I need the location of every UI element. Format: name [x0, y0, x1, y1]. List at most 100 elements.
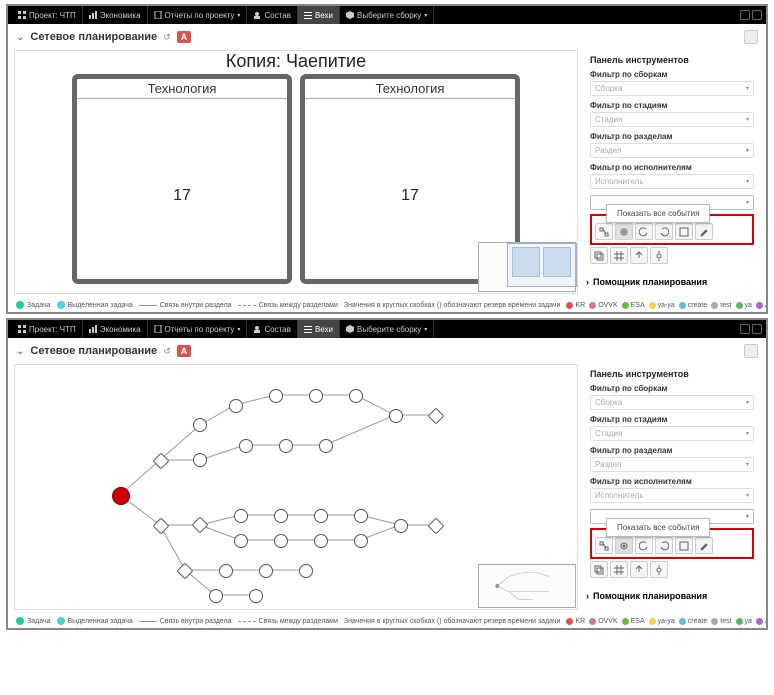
graph-node[interactable]	[193, 418, 207, 432]
tool-export-icon[interactable]	[630, 247, 648, 264]
user-name: AR	[765, 302, 766, 309]
title-bar: ⌄ Сетевое планирование ↺ A	[8, 24, 766, 50]
nav-project[interactable]: Проект: ЧТП	[12, 320, 83, 338]
filter-section-select[interactable]: Раздел▾	[590, 457, 754, 472]
nav-menu-icon[interactable]	[752, 324, 762, 334]
graph-node[interactable]	[279, 439, 293, 453]
nav-project[interactable]: Проект: ЧТП	[12, 6, 83, 24]
graph-node[interactable]	[259, 564, 273, 578]
nav-menu-icon[interactable]	[752, 10, 762, 20]
user-dot-icon	[589, 302, 596, 309]
canvas-area[interactable]: Копия: Чаепитие Технология 17 Технология…	[14, 50, 578, 294]
user-badge: ya	[736, 302, 752, 309]
graph-node[interactable]	[249, 589, 263, 603]
graph-node[interactable]	[354, 509, 368, 523]
collapse-toggle[interactable]: ⌄	[16, 346, 24, 357]
tool-undo-icon[interactable]	[635, 223, 653, 240]
graph-node[interactable]	[354, 534, 368, 548]
filter-executor-select[interactable]: Исполнитель▾	[590, 488, 754, 503]
tool-redo-icon[interactable]	[655, 223, 673, 240]
diagram-node-left[interactable]: Технология 17	[72, 74, 292, 284]
badge-a[interactable]: A	[177, 345, 192, 357]
tool-grid-icon[interactable]	[610, 561, 628, 578]
graph-node[interactable]	[234, 509, 248, 523]
graph-node[interactable]	[219, 564, 233, 578]
tool-redo-icon[interactable]	[655, 537, 673, 554]
nav-milestones[interactable]: Вехи	[298, 320, 340, 338]
nav-reports[interactable]: Отчеты по проекту▾	[148, 320, 248, 338]
minimap[interactable]	[478, 242, 576, 292]
tool-undo-icon[interactable]	[635, 537, 653, 554]
tools-panel: Панель инструментов Фильтр по сборкам Сб…	[584, 364, 760, 583]
graph-node[interactable]	[299, 564, 313, 578]
tool-grid-icon[interactable]	[610, 247, 628, 264]
nav-user-icon[interactable]	[740, 324, 750, 334]
filter-executor-select[interactable]: Исполнитель▾	[590, 174, 754, 189]
graph-node[interactable]	[394, 519, 408, 533]
people-icon	[253, 11, 261, 19]
user-dot-icon	[589, 618, 596, 625]
graph-node[interactable]	[269, 389, 283, 403]
nav-milestones[interactable]: Вехи	[298, 6, 340, 24]
tools-panel: Панель инструментов Фильтр по сборкам Сб…	[584, 50, 760, 269]
title-bar: ⌄ Сетевое планирование ↺ A	[8, 338, 766, 364]
tool-export-icon[interactable]	[630, 561, 648, 578]
canvas-area[interactable]	[14, 364, 578, 610]
nav-economics[interactable]: Экономика	[83, 320, 148, 338]
graph-node[interactable]	[389, 409, 403, 423]
refresh-icon[interactable]: ↺	[163, 32, 171, 43]
extra-button[interactable]	[744, 30, 758, 44]
minimap-viewport[interactable]	[507, 243, 577, 287]
nav-members[interactable]: Состав	[247, 6, 298, 24]
nav-assembly[interactable]: Выберите сборку▾	[340, 320, 434, 338]
tool-fit-icon[interactable]	[675, 537, 693, 554]
graph-node[interactable]	[229, 399, 243, 413]
filter-assembly-select[interactable]: Сборка▾	[590, 81, 754, 96]
badge-a[interactable]: A	[177, 31, 192, 43]
user-dot-icon	[566, 302, 573, 309]
graph-node[interactable]	[193, 453, 207, 467]
filter-stage-select[interactable]: Стадия▾	[590, 112, 754, 127]
graph-node[interactable]	[274, 534, 288, 548]
tool-tree-icon[interactable]	[595, 223, 613, 240]
tool-settings-icon[interactable]	[650, 247, 668, 264]
user-badge: test	[711, 618, 731, 625]
dashed-line-icon	[238, 305, 256, 306]
tool-edit-icon[interactable]	[695, 537, 713, 554]
planning-assistant-accordion[interactable]: › Помощник планирования	[584, 587, 760, 605]
refresh-icon[interactable]: ↺	[163, 346, 171, 357]
tool-fit-icon[interactable]	[675, 223, 693, 240]
planning-assistant-accordion[interactable]: › Помощник планирования	[584, 273, 760, 291]
graph-node[interactable]	[314, 534, 328, 548]
collapse-toggle[interactable]: ⌄	[16, 32, 24, 43]
tool-show-all[interactable]	[615, 223, 633, 240]
tool-edit-icon[interactable]	[695, 223, 713, 240]
user-badge: OVVK	[589, 302, 617, 309]
graph-node[interactable]	[209, 589, 223, 603]
nav-members[interactable]: Состав	[247, 320, 298, 338]
nav-user-icon[interactable]	[740, 10, 750, 20]
tool-settings-icon[interactable]	[650, 561, 668, 578]
nav-assembly[interactable]: Выберите сборку▾	[340, 6, 434, 24]
filter-stage-select[interactable]: Стадия▾	[590, 426, 754, 441]
graph-node[interactable]	[309, 389, 323, 403]
chevron-down-icon: ▾	[237, 12, 240, 19]
graph-node[interactable]	[349, 389, 363, 403]
minimap[interactable]	[478, 564, 576, 608]
graph-node[interactable]	[319, 439, 333, 453]
tool-show-all[interactable]	[615, 537, 633, 554]
nav-economics[interactable]: Экономика	[83, 6, 148, 24]
graph-node[interactable]	[239, 439, 253, 453]
graph-node[interactable]	[314, 509, 328, 523]
filter-section-select[interactable]: Раздел▾	[590, 143, 754, 158]
nav-reports[interactable]: Отчеты по проекту▾	[148, 6, 248, 24]
graph-node[interactable]	[274, 509, 288, 523]
filter-assembly-select[interactable]: Сборка▾	[590, 395, 754, 410]
tool-copy-icon[interactable]	[590, 561, 608, 578]
extra-button[interactable]	[744, 344, 758, 358]
tool-tree-icon[interactable]	[595, 537, 613, 554]
tool-copy-icon[interactable]	[590, 247, 608, 264]
graph-node-root[interactable]	[112, 487, 130, 505]
graph-node[interactable]	[234, 534, 248, 548]
doc-icon	[154, 325, 162, 333]
